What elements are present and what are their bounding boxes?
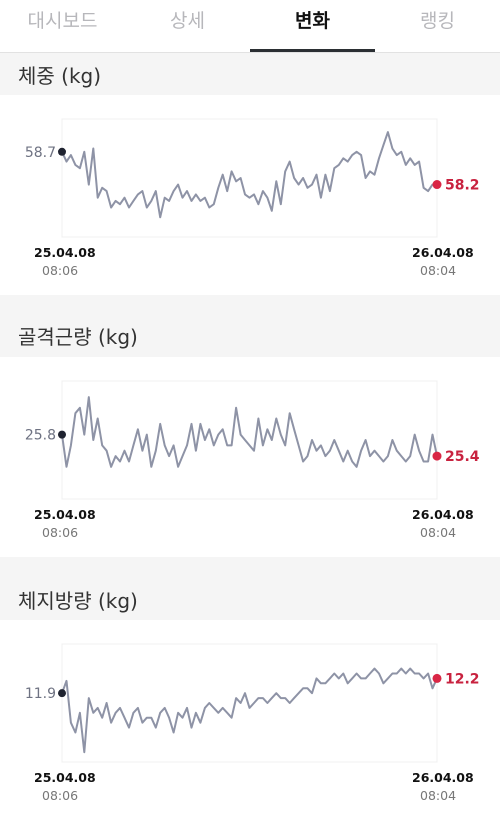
- plot-frame: [61, 380, 438, 500]
- section-title-muscle: 골격근량 (kg): [18, 325, 138, 349]
- end-date-label: 26.04.08: [412, 770, 474, 785]
- series-line: [61, 131, 438, 219]
- end-value-label: 12.2: [445, 671, 480, 687]
- end-date-label: 26.04.08: [412, 507, 474, 522]
- plot-frame: [61, 643, 438, 763]
- tab-ranking[interactable]: 랭킹: [375, 0, 500, 52]
- end-time-label: 08:04: [420, 263, 457, 278]
- tab-dashboard[interactable]: 대시보드: [0, 0, 125, 52]
- section-title-body-fat: 체지방량 (kg): [18, 589, 138, 613]
- plot-frame: [61, 118, 438, 238]
- start-point: [58, 430, 66, 439]
- start-point: [58, 689, 66, 698]
- start-point: [58, 147, 66, 156]
- end-point: [432, 673, 442, 683]
- end-value-label: 25.4: [445, 449, 480, 465]
- start-value-label: 11.9: [25, 686, 56, 702]
- start-time-label: 08:06: [42, 525, 79, 540]
- end-point: [432, 451, 442, 461]
- start-date-label: 25.04.08: [34, 770, 96, 785]
- start-date-label: 25.04.08: [34, 507, 96, 522]
- start-time-label: 08:06: [42, 788, 79, 803]
- end-time-label: 08:04: [420, 525, 457, 540]
- start-date-label: 25.04.08: [34, 245, 96, 260]
- series-line: [61, 396, 438, 468]
- end-date-label: 26.04.08: [412, 245, 474, 260]
- tab-change[interactable]: 변화: [250, 0, 375, 52]
- tab-detail[interactable]: 상세: [125, 0, 250, 52]
- start-time-label: 08:06: [42, 263, 79, 278]
- series-line: [61, 667, 438, 754]
- chart-card-body-fat: 11.9 12.2 25.04.08 08:06 26.04.08 08:04: [0, 620, 500, 820]
- section-title-weight: 체중 (kg): [18, 64, 102, 88]
- chart-card-weight: 58.7 58.2 25.04.08 08:06 26.04.08 08:04: [0, 95, 500, 295]
- tab-bar: 대시보드 상세 변화 랭킹: [0, 0, 500, 53]
- end-time-label: 08:04: [420, 788, 457, 803]
- start-value-label: 58.7: [25, 145, 56, 161]
- start-value-label: 25.8: [25, 428, 56, 444]
- end-point: [432, 180, 442, 190]
- end-value-label: 58.2: [445, 178, 480, 194]
- chart-card-muscle: 25.8 25.4 25.04.08 08:06 26.04.08 08:04: [0, 357, 500, 557]
